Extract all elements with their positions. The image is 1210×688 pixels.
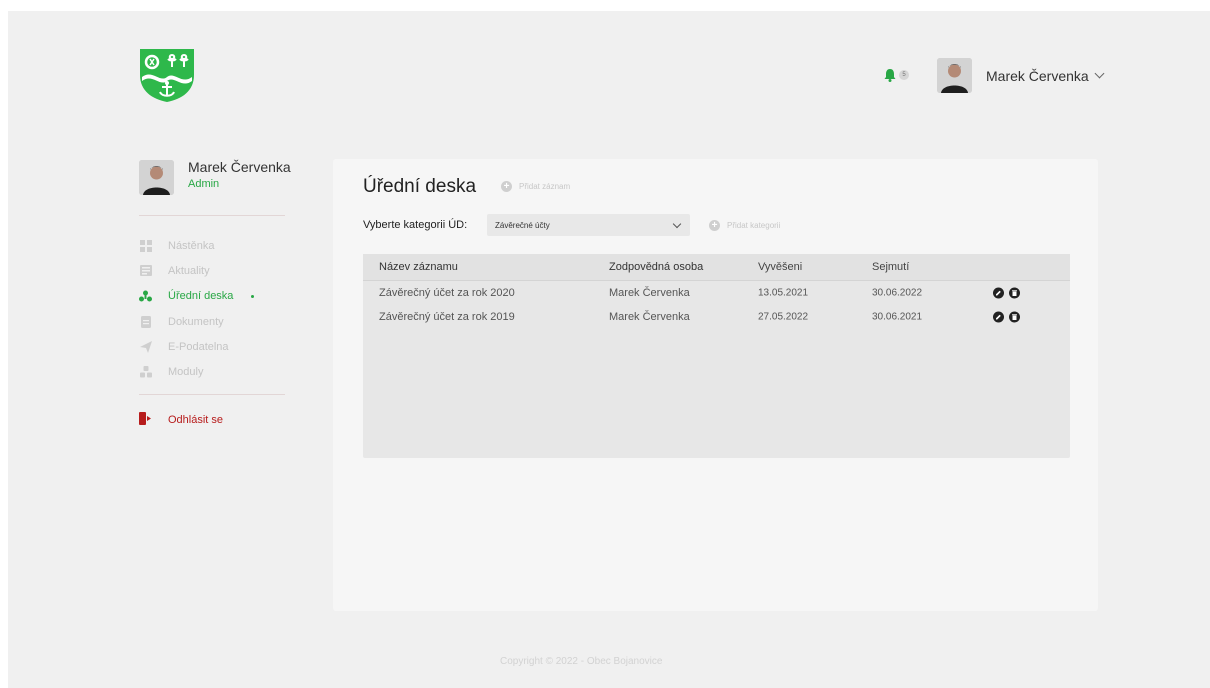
edit-icon[interactable] (993, 311, 1004, 323)
user-name-text: Marek Červenka (986, 67, 1089, 84)
sidebar-item-label: Úřední deska (168, 290, 234, 303)
municipality-logo[interactable] (138, 47, 196, 103)
row-actions (993, 287, 1020, 299)
page-title: Úřední deska (363, 176, 477, 197)
record-removed-date: 30.06.2021 (872, 311, 923, 323)
profile-role: Admin (188, 178, 220, 190)
add-category-label: Přidat kategorii (727, 221, 781, 230)
record-person: Marek Červenka (609, 311, 690, 323)
row-actions (993, 311, 1020, 323)
add-record-button[interactable]: + Přidat záznam (501, 181, 570, 192)
logout-icon (139, 412, 152, 428)
sidebar-item-moduly[interactable]: Moduly (139, 359, 289, 384)
notifications-button[interactable]: 5 (884, 68, 909, 82)
sidebar-divider (139, 394, 285, 395)
record-person: Marek Červenka (609, 287, 690, 299)
record-posted-date: 27.05.2022 (758, 311, 809, 323)
plus-circle-icon: + (501, 181, 512, 192)
board-icon (139, 290, 152, 303)
chevron-down-icon (672, 219, 682, 228)
footer-copyright: Copyright © 2022 - Obec Bojanovice (500, 656, 663, 667)
plus-circle-icon: + (709, 220, 720, 231)
send-icon (139, 340, 152, 353)
sidebar-item-dokumenty[interactable]: Dokumenty (139, 309, 289, 334)
sidebar-item-e-podatelna[interactable]: E-Podatelna (139, 334, 289, 359)
record-removed-date: 30.06.2022 (872, 287, 923, 299)
modules-icon (139, 366, 152, 379)
sidebar-item-label: Nástěnka (168, 239, 215, 252)
document-icon (139, 315, 152, 328)
add-record-label: Přidat záznam (519, 182, 571, 191)
avatar (937, 58, 972, 93)
app-container: 5 Marek Červenka Marek Červenka Admin Ná… (8, 11, 1210, 688)
sidebar-item-label: Dokumenty (168, 315, 224, 328)
record-name: Závěrečný účet za rok 2019 (379, 311, 515, 323)
record-posted-date: 13.05.2021 (758, 287, 809, 299)
edit-icon[interactable] (993, 287, 1004, 299)
sidebar-item-uredni-deska[interactable]: Úřední deska (139, 284, 289, 309)
avatar (139, 160, 174, 195)
main-card: Úřední deska + Přidat záznam Vyberte kat… (333, 159, 1098, 611)
sidebar-item-label: Aktuality (168, 264, 210, 277)
logout-button[interactable]: Odhlásit se (139, 412, 223, 428)
sidebar-item-nastenka[interactable]: Nástěnka (139, 233, 289, 258)
sidebar-item-label: E-Podatelna (168, 340, 229, 353)
delete-icon[interactable] (1009, 311, 1020, 323)
sidebar-item-aktuality[interactable]: Aktuality (139, 258, 289, 283)
sidebar-item-label: Moduly (168, 366, 204, 379)
user-photo-icon (139, 160, 174, 195)
delete-icon[interactable] (1009, 287, 1020, 299)
column-header-removed[interactable]: Sejmutí (872, 261, 909, 273)
logout-label: Odhlásit se (168, 414, 224, 426)
notification-badge: 5 (899, 70, 909, 80)
column-header-person[interactable]: Zodpovědná osoba (609, 261, 703, 273)
user-name: Marek Červenka (986, 67, 1105, 84)
chevron-down-icon (1094, 68, 1105, 79)
profile-name: Marek Červenka (188, 159, 291, 175)
dashboard-icon (139, 239, 152, 252)
records-table: Název záznamu Zodpovědná osoba Vyvěšeni … (363, 254, 1070, 458)
active-indicator (251, 294, 255, 298)
add-category-button[interactable]: + Přidat kategorii (709, 220, 780, 231)
user-menu[interactable]: Marek Červenka (937, 58, 1105, 93)
sidebar-nav: Nástěnka Aktuality Úřední deska Dokument… (139, 233, 289, 385)
table-row[interactable]: Závěrečný účet za rok 2020 Marek Červenk… (363, 281, 1070, 305)
column-header-name[interactable]: Název záznamu (379, 261, 458, 273)
table-header: Název záznamu Zodpovědná osoba Vyvěšeni … (363, 254, 1070, 281)
table-row[interactable]: Závěrečný účet za rok 2019 Marek Červenk… (363, 305, 1070, 329)
category-select[interactable]: Závěrečné účty (487, 214, 690, 236)
record-name: Závěrečný účet za rok 2020 (379, 287, 515, 299)
bell-icon (884, 69, 896, 82)
category-selected-value: Závěrečné účty (495, 220, 550, 230)
category-label: Vyberte kategorii ÚD: (363, 219, 468, 231)
sidebar-profile: Marek Červenka Admin (139, 159, 291, 195)
news-icon (139, 264, 152, 277)
user-photo-icon (937, 58, 972, 93)
sidebar-divider (139, 215, 285, 216)
column-header-posted[interactable]: Vyvěšeni (758, 261, 802, 273)
